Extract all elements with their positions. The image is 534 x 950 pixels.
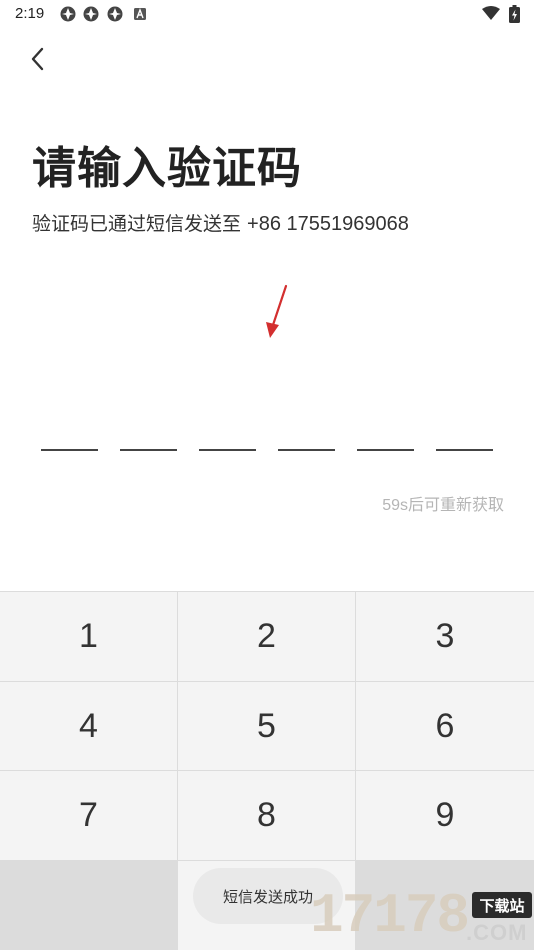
- back-button[interactable]: [20, 42, 54, 76]
- a-icon: [134, 8, 146, 20]
- chevron-left-icon: [31, 47, 44, 71]
- subtitle-text: 验证码已通过短信发送至: [32, 213, 248, 235]
- key-5[interactable]: 5: [178, 682, 356, 771]
- resend-timer: 59s后可重新获取: [382, 497, 504, 514]
- code-slot-5[interactable]: [357, 449, 414, 451]
- key-8[interactable]: 8: [178, 771, 356, 861]
- key-7[interactable]: 7: [0, 771, 178, 861]
- code-input[interactable]: [41, 449, 493, 451]
- subtitle: 验证码已通过短信发送至 +86 17551969068: [32, 209, 409, 236]
- code-slot-4[interactable]: [278, 449, 335, 451]
- code-slot-3[interactable]: [199, 449, 256, 451]
- verification-screen: 2:19 请输入验证码 验证码已通过短信发送至 +86 17551969068 …: [0, 0, 534, 950]
- key-9[interactable]: 9: [356, 771, 534, 861]
- key-blank: [0, 861, 178, 950]
- phone-number: +86 17551969068: [247, 213, 409, 235]
- wifi-icon: [482, 6, 500, 20]
- key-4[interactable]: 4: [0, 682, 178, 771]
- status-bar: 2:19: [0, 0, 534, 30]
- page-title: 请输入验证码: [32, 143, 302, 194]
- code-slot-6[interactable]: [436, 449, 493, 451]
- code-slot-2[interactable]: [120, 449, 177, 451]
- key-2[interactable]: 2: [178, 592, 356, 682]
- watermark-label: 下载站: [472, 892, 532, 918]
- key-3[interactable]: 3: [356, 592, 534, 682]
- status-time: 2:19: [15, 5, 45, 22]
- app-icon: [60, 6, 76, 22]
- key-6[interactable]: 6: [356, 682, 534, 771]
- battery-icon: [509, 5, 520, 23]
- app-icon: [83, 6, 99, 22]
- watermark-logo: 17178: [310, 884, 470, 948]
- app-icon: [107, 6, 123, 22]
- arrow-annotation-icon: [266, 284, 288, 338]
- key-1[interactable]: 1: [0, 592, 178, 682]
- watermark-domain: .COM: [466, 920, 528, 945]
- code-slot-1[interactable]: [41, 449, 98, 451]
